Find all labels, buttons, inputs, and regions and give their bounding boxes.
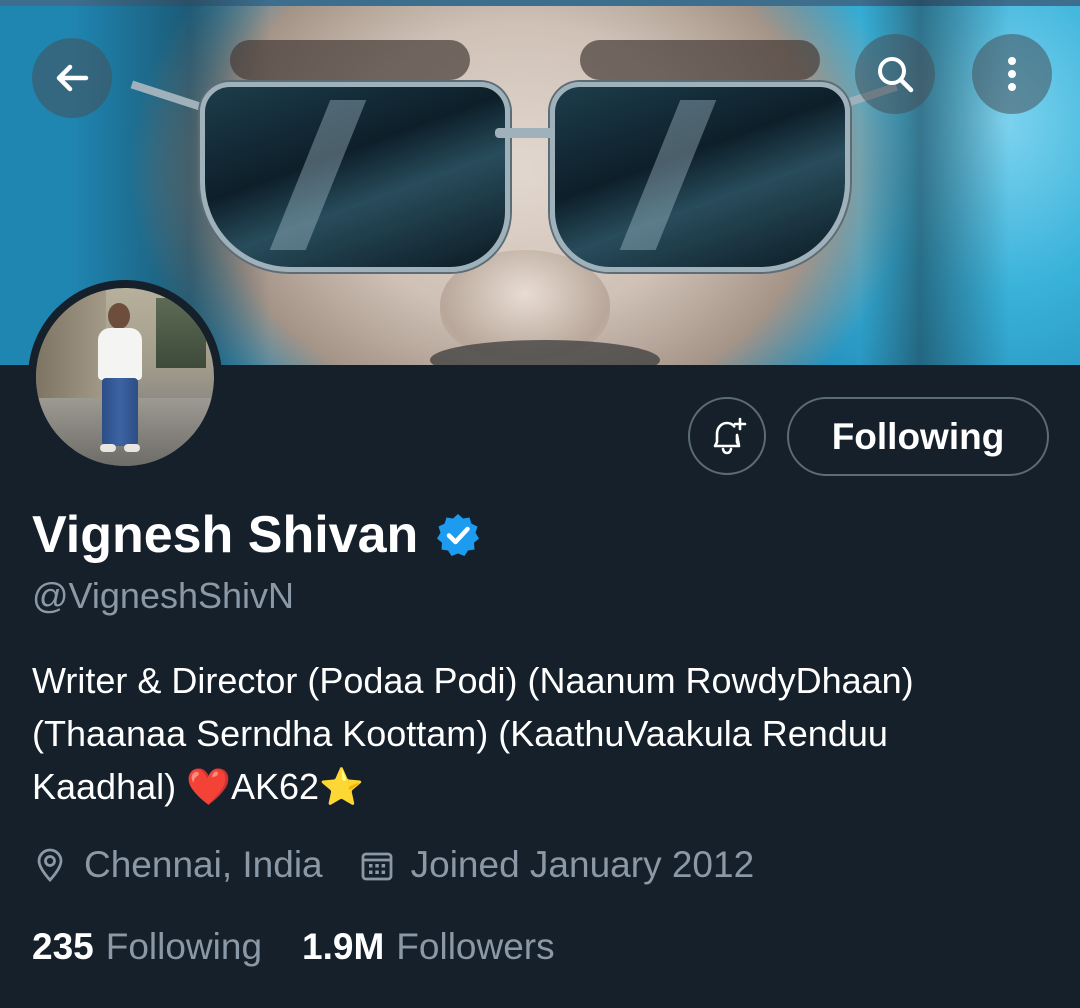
avatar-photo <box>36 288 214 466</box>
location-text: Chennai, India <box>84 844 323 885</box>
more-vertical-icon <box>1008 57 1016 91</box>
followers-count: 1.9M <box>302 926 385 967</box>
notifications-button[interactable] <box>688 397 766 475</box>
star-emoji: ⭐ <box>319 766 364 807</box>
more-options-button[interactable] <box>972 34 1052 114</box>
profile-name: Vignesh Shivan <box>32 506 419 564</box>
profile-handle: @VigneshShivN <box>32 575 295 616</box>
arrow-left-icon <box>56 64 89 92</box>
following-button[interactable]: Following <box>787 397 1049 476</box>
followers-stat[interactable]: 1.9M Followers <box>302 926 555 968</box>
bio-line: Kaadhal) ❤️AK62⭐ <box>32 766 364 807</box>
profile-stats: 235 Following 1.9M Followers <box>32 920 555 974</box>
profile-bio: Writer & Director (Podaa Podi) (Naanum R… <box>32 654 1052 813</box>
calendar-icon <box>361 852 393 881</box>
search-icon <box>878 57 914 93</box>
location-pin-icon <box>37 848 63 883</box>
following-count: 235 <box>32 926 94 967</box>
joined-date-text: Joined January 2012 <box>410 844 755 885</box>
bell-plus-icon <box>713 417 747 455</box>
followers-label: Followers <box>396 926 555 967</box>
profile-page: Following Vignesh Shivan @VigneshShivN W… <box>0 0 1080 1008</box>
bio-line: (Thaanaa Serndha Koottam) (KaathuVaakula… <box>32 713 888 754</box>
heart-emoji: ❤️ <box>186 766 231 807</box>
profile-name-row: Vignesh Shivan <box>32 503 482 567</box>
back-button[interactable] <box>32 38 112 118</box>
verified-badge-icon[interactable] <box>434 511 482 559</box>
following-stat[interactable]: 235 Following <box>32 926 262 968</box>
search-button[interactable] <box>855 34 935 114</box>
profile-meta: Chennai, India Joined January 2012 <box>32 838 754 892</box>
following-label: Following <box>105 926 263 967</box>
avatar[interactable] <box>28 280 222 474</box>
bio-line: Writer & Director (Podaa Podi) (Naanum R… <box>32 660 914 701</box>
